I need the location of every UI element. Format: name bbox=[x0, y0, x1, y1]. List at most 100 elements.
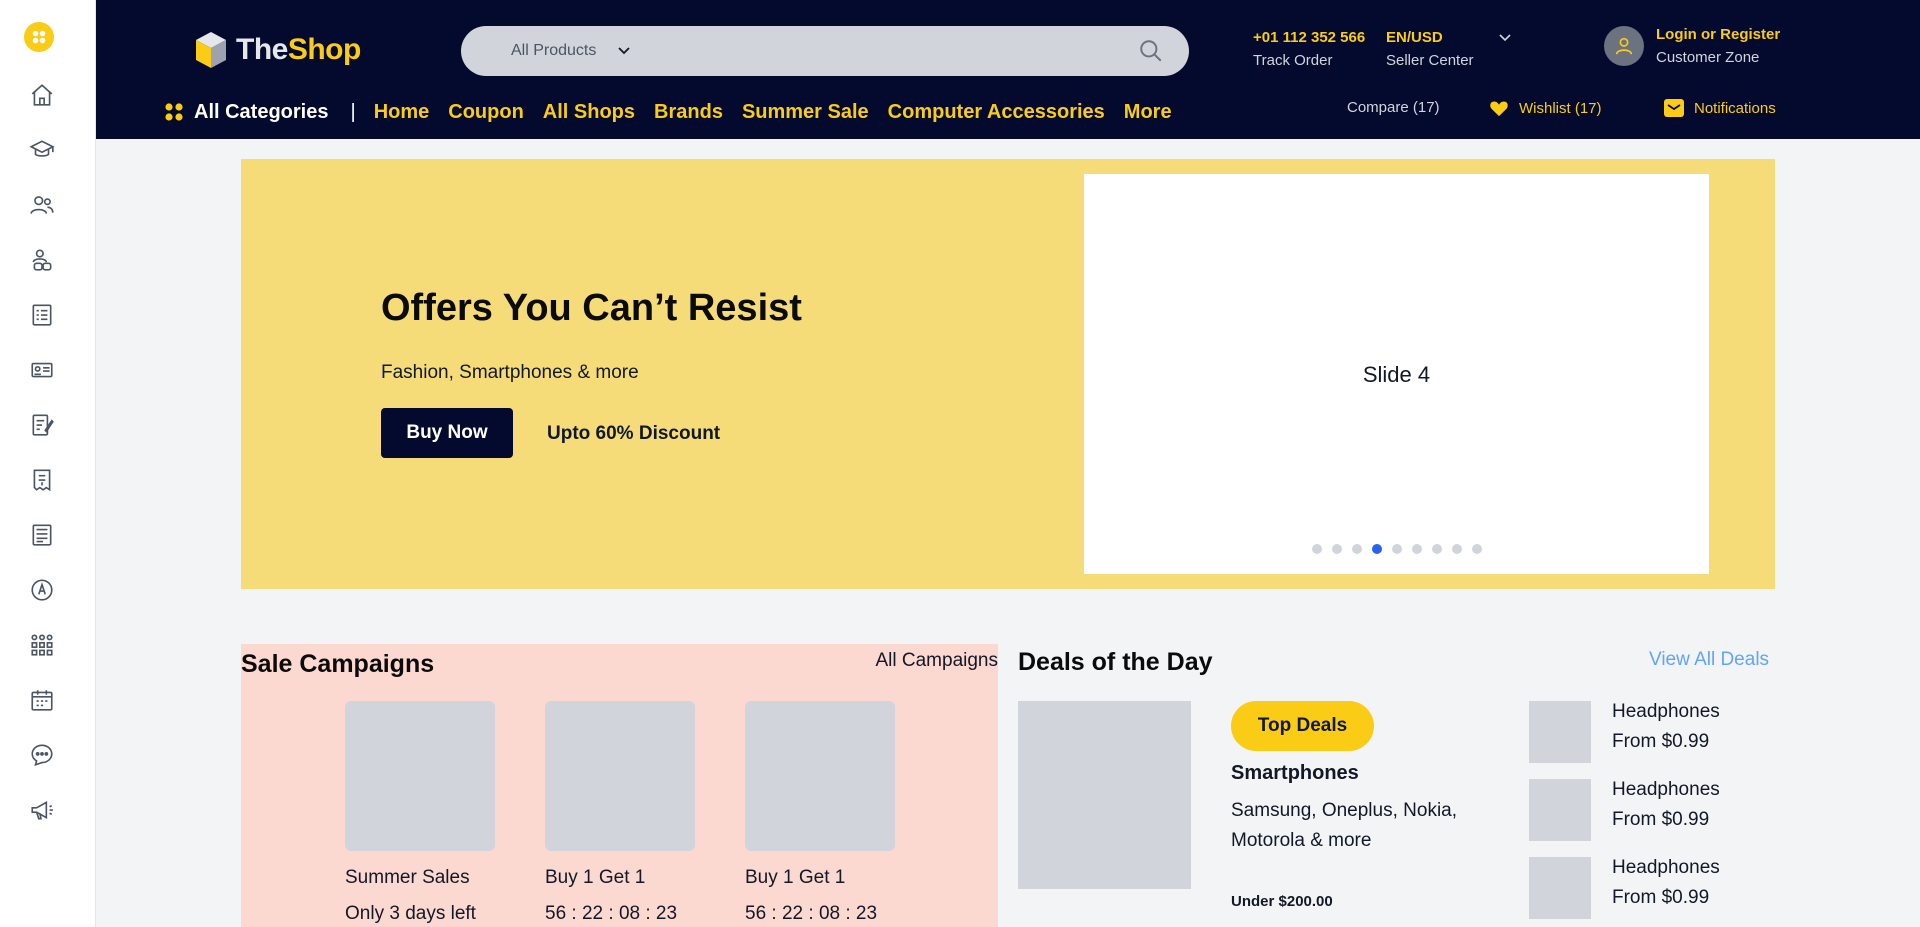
nav-link-computer-accessories[interactable]: Computer Accessories bbox=[888, 101, 1105, 124]
nav-separator: | bbox=[350, 100, 356, 123]
carousel-dot[interactable] bbox=[1371, 544, 1382, 554]
home-icon[interactable] bbox=[27, 80, 57, 110]
carousel-dot[interactable] bbox=[1431, 544, 1442, 554]
carousel-dot[interactable] bbox=[1471, 544, 1482, 554]
account-block[interactable]: Login or Register Customer Zone bbox=[1604, 26, 1780, 66]
carousel-dot[interactable] bbox=[1411, 544, 1422, 554]
mini-deal-name: Headphones bbox=[1612, 779, 1720, 800]
megaphone-icon[interactable] bbox=[27, 795, 57, 825]
checklist-icon[interactable] bbox=[27, 300, 57, 330]
document-icon[interactable] bbox=[27, 520, 57, 550]
hero-title: Offers You Can’t Resist bbox=[381, 287, 802, 329]
user-group-icon[interactable] bbox=[27, 245, 57, 275]
cube-logo-icon bbox=[196, 32, 226, 68]
id-card-icon[interactable] bbox=[27, 355, 57, 385]
slide-label: Slide 4 bbox=[1362, 362, 1431, 387]
campaign-card[interactable]: Summer Sales Only 3 days left bbox=[345, 701, 495, 925]
mini-deal-item[interactable]: Headphones From $0.99 bbox=[1529, 857, 1720, 919]
hero-banner: Offers You Can’t Resist Fashion, Smartph… bbox=[241, 159, 1775, 589]
search-category-select[interactable]: All Products bbox=[511, 42, 632, 60]
track-order-link[interactable]: Track Order bbox=[1253, 52, 1365, 69]
phone-number[interactable]: +01 112 352 566 bbox=[1253, 29, 1365, 46]
sale-campaigns-title: Sale Campaigns bbox=[241, 650, 435, 678]
campaign-time: 56 : 22 : 08 : 23 bbox=[745, 903, 878, 924]
campaign-name: Buy 1 Get 1 bbox=[545, 867, 646, 888]
edit-note-icon[interactable] bbox=[27, 410, 57, 440]
mini-deal-item[interactable]: Headphones From $0.99 bbox=[1529, 779, 1720, 841]
campaign-image bbox=[745, 701, 895, 851]
all-categories-button[interactable]: All Categories bbox=[164, 101, 328, 124]
mini-deal-item[interactable]: Headphones From $0.99 bbox=[1529, 701, 1720, 763]
campaign-name: Summer Sales bbox=[345, 867, 470, 888]
login-register-link[interactable]: Login or Register bbox=[1656, 26, 1780, 43]
campaign-time: 56 : 22 : 08 : 23 bbox=[545, 903, 678, 924]
deal-name[interactable]: Smartphones bbox=[1231, 762, 1359, 785]
mail-icon bbox=[1664, 99, 1684, 117]
deal-image[interactable] bbox=[1018, 701, 1191, 889]
search-icon[interactable] bbox=[1137, 37, 1165, 65]
nav-link-coupon[interactable]: Coupon bbox=[448, 101, 524, 124]
carousel-dot[interactable] bbox=[1311, 544, 1322, 554]
notifications-label: Notifications bbox=[1694, 99, 1776, 117]
wishlist-link[interactable]: Wishlist (17) bbox=[1489, 99, 1602, 117]
org-chart-icon[interactable] bbox=[27, 630, 57, 660]
left-icon-rail bbox=[0, 0, 96, 927]
nav-link-more[interactable]: More bbox=[1124, 101, 1172, 124]
award-icon[interactable] bbox=[27, 575, 57, 605]
campaign-card[interactable]: Buy 1 Get 1 56 : 22 : 08 : 23 bbox=[545, 701, 695, 925]
carousel-dot[interactable] bbox=[1331, 544, 1342, 554]
sale-campaigns-section: Sale Campaigns All Campaigns Summer Sale… bbox=[241, 644, 998, 927]
users-icon[interactable] bbox=[27, 190, 57, 220]
nav-link-summer-sale[interactable]: Summer Sale bbox=[742, 101, 869, 124]
campaign-card[interactable]: Buy 1 Get 1 56 : 22 : 08 : 23 bbox=[745, 701, 895, 925]
search-bar: All Products bbox=[461, 26, 1189, 76]
nav-link-brands[interactable]: Brands bbox=[654, 101, 723, 124]
user-avatar-icon bbox=[1604, 26, 1644, 66]
compare-link[interactable]: Compare (17) bbox=[1347, 99, 1440, 116]
carousel-dots bbox=[1084, 544, 1709, 554]
site-header: TheShop All Products +01 112 352 566 Tra… bbox=[96, 0, 1920, 139]
graduation-cap-icon[interactable] bbox=[27, 135, 57, 165]
mini-deal-image bbox=[1529, 779, 1591, 841]
campaign-time: Only 3 days left bbox=[345, 903, 476, 924]
customer-zone-label: Customer Zone bbox=[1656, 49, 1760, 66]
heart-icon bbox=[1490, 101, 1508, 117]
hero-carousel-slide[interactable]: Slide 4 bbox=[1084, 174, 1709, 574]
nav-link-home[interactable]: Home bbox=[374, 101, 430, 124]
deal-description: Samsung, Oneplus, Nokia, Motorola & more bbox=[1231, 800, 1458, 851]
seller-center-link[interactable]: Seller Center bbox=[1386, 52, 1474, 69]
hero-discount-text: Upto 60% Discount bbox=[547, 423, 721, 444]
locale-block: EN/USD Seller Center bbox=[1386, 29, 1474, 69]
mini-deal-name: Headphones bbox=[1612, 701, 1720, 722]
deal-price: Under $200.00 bbox=[1231, 893, 1333, 910]
logo-text: TheShop bbox=[236, 33, 361, 66]
calendar-icon[interactable] bbox=[27, 685, 57, 715]
campaign-image bbox=[545, 701, 695, 851]
carousel-dot[interactable] bbox=[1451, 544, 1462, 554]
site-logo[interactable]: TheShop bbox=[194, 30, 361, 70]
mini-deal-price: From $0.99 bbox=[1612, 809, 1710, 830]
top-deals-badge[interactable]: Top Deals bbox=[1231, 701, 1374, 751]
hero-subtitle: Fashion, Smartphones & more bbox=[381, 362, 639, 383]
view-all-deals-link[interactable]: View All Deals bbox=[1649, 649, 1769, 671]
carousel-dot[interactable] bbox=[1351, 544, 1362, 554]
main-nav: All Categories | Home Coupon All Shops B… bbox=[164, 98, 1191, 126]
receipt-icon[interactable] bbox=[27, 465, 57, 495]
mini-deal-price: From $0.99 bbox=[1612, 887, 1710, 908]
carousel-dot[interactable] bbox=[1391, 544, 1402, 554]
currency-select[interactable]: EN/USD bbox=[1386, 29, 1474, 46]
mini-deal-image bbox=[1529, 701, 1591, 763]
nav-link-all-shops[interactable]: All Shops bbox=[543, 101, 635, 124]
apps-icon[interactable] bbox=[24, 22, 54, 52]
chevron-down-icon[interactable] bbox=[1497, 30, 1513, 46]
all-campaigns-link[interactable]: All Campaigns bbox=[876, 650, 999, 672]
search-input[interactable] bbox=[652, 26, 1137, 76]
chat-icon[interactable] bbox=[27, 740, 57, 770]
buy-now-button[interactable]: Buy Now bbox=[381, 408, 513, 458]
campaign-name: Buy 1 Get 1 bbox=[745, 867, 846, 888]
notifications-link[interactable]: Notifications bbox=[1664, 99, 1776, 117]
campaign-image bbox=[345, 701, 495, 851]
compare-label: Compare (17) bbox=[1347, 99, 1440, 116]
wishlist-label: Wishlist (17) bbox=[1519, 99, 1602, 117]
contact-block: +01 112 352 566 Track Order bbox=[1253, 29, 1365, 69]
